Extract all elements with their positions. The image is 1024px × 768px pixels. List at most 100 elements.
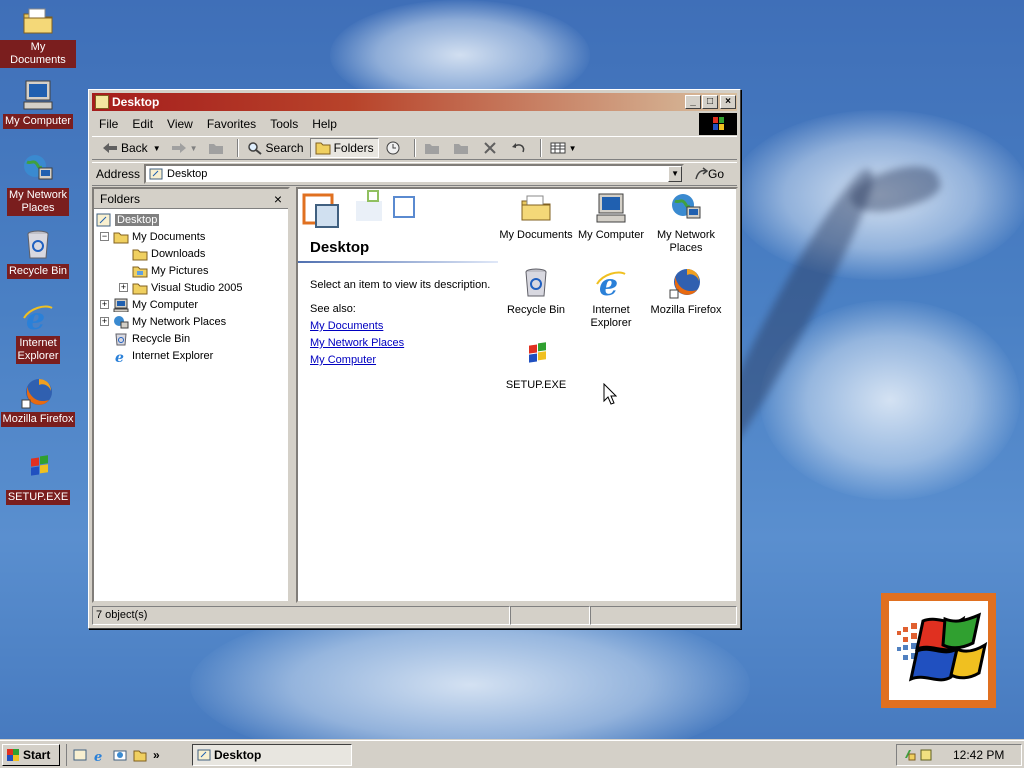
toolbar-separator [413,139,416,157]
expand-toggle[interactable]: + [100,317,109,326]
menu-tools[interactable]: Tools [263,117,305,131]
search-button[interactable]: Search [243,138,308,158]
delete-button[interactable] [478,138,505,158]
tree-item-my-documents[interactable]: − My Documents [94,228,288,245]
internet-explorer-icon[interactable]: e [93,748,107,765]
tree-item-desktop[interactable]: Desktop [94,211,288,228]
see-also-label: See also: [310,303,356,315]
tree-item-visual-studio-2005[interactable]: + Visual Studio 2005 [94,279,288,296]
clock[interactable]: 12:42 PM [953,748,1004,762]
link-my-computer[interactable]: My Computer [310,354,376,366]
history-button[interactable] [381,138,408,158]
explorer-folder-icon[interactable] [133,748,147,762]
folders-pane-close-button[interactable]: × [274,191,282,207]
start-button[interactable]: Start [2,744,60,766]
undo-button[interactable] [507,138,534,158]
internet-explorer-icon: e [113,349,129,366]
toolbar-separator [539,139,542,157]
quick-launch-chevron[interactable]: » [153,748,160,762]
minimize-button[interactable]: _ [685,95,701,109]
tree-item-label: Visual Studio 2005 [151,281,243,294]
tree-item-my-computer[interactable]: + My Computer [94,296,288,313]
desktop-icon-recycle-bin[interactable]: Recycle Bin [0,228,76,279]
internet-explorer-icon: e [594,266,628,303]
back-arrow-icon [102,141,118,155]
explorer-window: Desktop _ □ × File Edit View Favorites T… [88,89,741,629]
folder-icon [132,247,148,261]
outlook-express-icon[interactable] [113,748,127,762]
quick-launch: e » [66,744,160,766]
item-label: My Documents [499,229,573,241]
folders-pane-header: Folders × [94,189,288,209]
close-button[interactable]: × [720,95,736,109]
item-my-network-places[interactable]: My Network Places [648,191,724,255]
menu-view[interactable]: View [160,117,200,131]
tree-item-label: My Pictures [151,264,209,277]
back-dropdown-icon: ▼ [152,143,161,153]
copy-to-button[interactable] [449,138,476,158]
taskbar-button-desktop[interactable]: Desktop [192,744,352,766]
network-places-icon [669,191,703,225]
item-my-documents[interactable]: My Documents [498,191,574,242]
menu-file[interactable]: File [92,117,125,131]
window-title: Desktop [112,95,160,109]
network-icon [113,315,129,329]
tree-item-label: Downloads [151,247,206,260]
desktop-icon-internet-explorer[interactable]: e Internet Explorer [0,300,76,364]
desktop-icon-my-documents[interactable]: My Documents [0,4,76,68]
tree-item-recycle-bin[interactable]: Recycle Bin [94,330,288,347]
desktop-icon-network-places[interactable]: My Network Places [0,152,76,216]
menu-edit[interactable]: Edit [125,117,160,131]
toolbar-separator [236,139,239,157]
forward-button[interactable]: ▼ [167,138,202,158]
show-desktop-icon[interactable] [73,748,87,762]
tree-item-my-pictures[interactable]: My Pictures [94,262,288,279]
tree-item-internet-explorer[interactable]: e Internet Explorer [94,347,288,366]
desktop-icon-label: Internet Explorer [15,336,61,364]
up-button[interactable] [204,138,231,158]
item-setup-exe[interactable]: SETUP.EXE [498,341,574,392]
item-my-computer[interactable]: My Computer [573,191,649,242]
expand-toggle[interactable]: + [119,283,128,292]
tree-item-downloads[interactable]: Downloads [94,245,288,262]
item-internet-explorer[interactable]: e Internet Explorer [573,266,649,330]
expand-toggle[interactable]: + [100,300,109,309]
desktop-icon-label: SETUP.EXE [5,490,71,505]
address-dropdown-button[interactable]: ▼ [668,166,683,182]
address-input[interactable]: Desktop ▼ [144,164,685,184]
item-label: Mozilla Firefox [650,304,722,316]
open-folder-icon [113,230,129,244]
collapse-toggle[interactable]: − [100,232,109,241]
up-folder-icon [208,141,224,155]
network-tray-icon[interactable] [903,748,917,762]
go-button[interactable]: Go [694,167,724,181]
desktop-icon-my-computer[interactable]: My Computer [0,78,76,129]
my-computer-icon [594,191,628,225]
folder-tree: Desktop − My Documents Downloads My Pict… [94,209,288,366]
folders-button[interactable]: Folders [309,138,379,158]
link-my-documents[interactable]: My Documents [310,320,383,332]
desktop-icon-setup-exe[interactable]: SETUP.EXE [0,454,76,505]
menu-help[interactable]: Help [305,117,344,131]
maximize-button[interactable]: □ [702,95,718,109]
tree-item-label: My Network Places [132,315,227,328]
menu-favorites[interactable]: Favorites [200,117,263,131]
item-label: Internet Explorer [590,304,632,329]
title-bar[interactable]: Desktop _ □ × [92,93,737,111]
link-my-network-places[interactable]: My Network Places [310,337,404,349]
history-icon [385,141,401,155]
network-places-icon [21,152,55,186]
description-text: Select an item to view its description. [310,279,491,291]
forward-dropdown-icon: ▼ [189,143,198,153]
back-button[interactable]: Back ▼ [98,138,165,158]
desktop-small-icon [149,167,163,181]
item-mozilla-firefox[interactable]: Mozilla Firefox [648,266,724,317]
views-button[interactable]: ▼ [546,138,581,158]
item-recycle-bin[interactable]: Recycle Bin [498,266,574,317]
firefox-icon [21,376,55,410]
desktop-icon-firefox[interactable]: Mozilla Firefox [0,376,76,427]
move-to-button[interactable] [420,138,447,158]
tray-app-icon[interactable] [919,748,933,762]
windows-flag-logo [881,593,996,708]
tree-item-my-network-places[interactable]: + My Network Places [94,313,288,330]
